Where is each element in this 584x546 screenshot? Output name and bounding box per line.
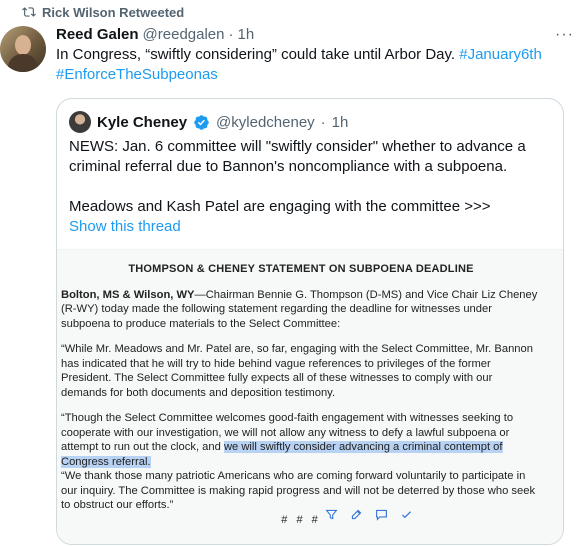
comment-icon[interactable] [375,508,388,521]
user-handle[interactable]: @reedgalen [143,26,225,43]
document-paragraph-3: “Though the Select Committee welcomes go… [61,411,541,469]
retweet-icon [22,7,36,17]
tweet-body: In Congress, “swiftly considering” could… [56,46,460,63]
user-handle[interactable]: @kyledcheney [216,114,315,131]
separator: · [228,26,234,43]
tweet-text: In Congress, “swiftly considering” could… [56,45,576,85]
attached-document-image[interactable]: THOMPSON & CHENEY STATEMENT ON SUBPOENA … [57,249,563,544]
tweet-header: Reed Galen @reedgalen · 1h [56,26,254,43]
hashtag-link[interactable]: #January6th [459,46,542,63]
selection-toolbar [325,508,413,521]
retweeter-label: Rick Wilson Retweeted [42,4,185,20]
verified-icon [194,114,209,130]
display-name[interactable]: Reed Galen [56,26,139,43]
timestamp[interactable]: 1h [237,26,254,43]
timestamp[interactable]: 1h [332,114,349,131]
retweet-indicator[interactable]: Rick Wilson Retweeted [22,4,184,20]
display-name[interactable]: Kyle Cheney [97,114,187,131]
dateline: Bolton, MS & Wilson, WY [61,288,195,301]
show-thread-link[interactable]: Show this thread [69,217,549,237]
document-paragraph-2: “While Mr. Meadows and Mr. Patel are, so… [61,343,533,399]
document-text: THOMPSON & CHENEY STATEMENT ON SUBPOENA … [61,262,541,527]
quoted-tweet-text: NEWS: Jan. 6 committee will "swiftly con… [69,137,549,237]
quoted-line-1: NEWS: Jan. 6 committee will "swiftly con… [69,138,526,175]
quoted-line-2: Meadows and Kash Patel are engaging with… [69,198,491,215]
document-paragraph-1: Bolton, MS & Wilson, WY—Chairman Bennie … [61,288,541,332]
edit-icon[interactable] [350,508,363,521]
document-paragraph-4: “We thank those many patriotic Americans… [61,470,536,511]
document-footer: # # # [281,513,321,526]
separator: · [320,113,326,131]
more-icon[interactable]: ··· [555,26,574,44]
filter-icon[interactable] [325,508,338,521]
avatar[interactable] [0,26,46,72]
avatar[interactable] [69,111,91,133]
document-title: THOMPSON & CHENEY STATEMENT ON SUBPOENA … [128,263,474,275]
hashtag-link[interactable]: #EnforceTheSubpeonas [56,66,218,83]
check-icon[interactable] [400,508,413,521]
quoted-tweet[interactable]: Kyle Cheney @kyledcheney · 1h NEWS: Jan.… [56,98,564,545]
quoted-tweet-header: Kyle Cheney @kyledcheney · 1h [69,111,348,133]
